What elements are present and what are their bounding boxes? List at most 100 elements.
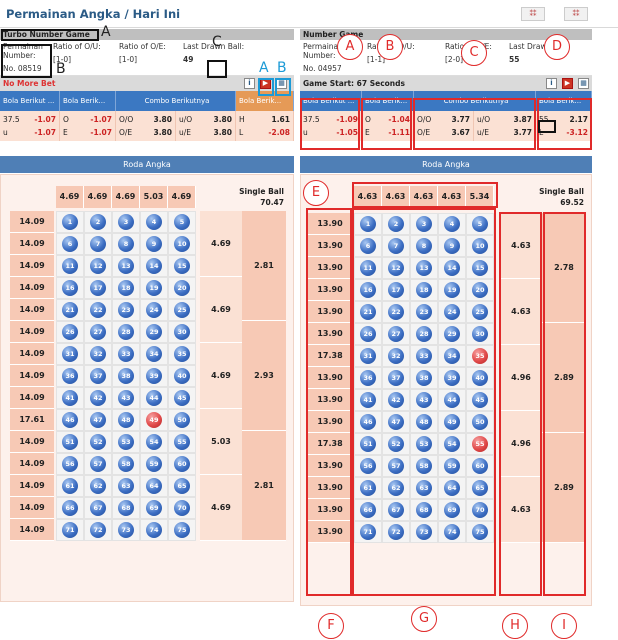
number-ball[interactable]: 26 xyxy=(62,324,78,340)
odds-value[interactable]: -2.08 xyxy=(268,128,290,137)
number-ball[interactable]: 69 xyxy=(146,500,162,516)
row-odds[interactable]: 17.61 xyxy=(10,409,54,431)
ball-cell[interactable]: 39 xyxy=(140,365,168,387)
ball-cell[interactable]: 51 xyxy=(56,431,84,453)
ball-cell[interactable]: 44 xyxy=(140,387,168,409)
ball-cell[interactable]: 30 xyxy=(168,321,196,343)
number-ball[interactable]: 54 xyxy=(146,434,162,450)
ball-cell[interactable]: 63 xyxy=(112,475,140,497)
number-ball[interactable]: 32 xyxy=(90,346,106,362)
number-ball[interactable]: 39 xyxy=(146,368,162,384)
number-ball[interactable]: 70 xyxy=(174,500,190,516)
ball-cell[interactable]: 60 xyxy=(168,453,196,475)
number-ball[interactable]: 1 xyxy=(62,214,78,230)
number-ball[interactable]: 41 xyxy=(62,390,78,406)
ball-cell[interactable]: 36 xyxy=(56,365,84,387)
number-ball[interactable]: 30 xyxy=(174,324,190,340)
ball-cell[interactable]: 28 xyxy=(112,321,140,343)
ball-cell[interactable]: 14 xyxy=(140,255,168,277)
number-ball[interactable]: 25 xyxy=(174,302,190,318)
number-ball[interactable]: 49 xyxy=(146,412,162,428)
number-ball[interactable]: 20 xyxy=(174,280,190,296)
number-ball[interactable]: 62 xyxy=(90,478,106,494)
row-odds[interactable]: 14.09 xyxy=(10,211,54,233)
number-ball[interactable]: 66 xyxy=(62,500,78,516)
number-ball[interactable]: 58 xyxy=(118,456,134,472)
ball-cell[interactable]: 37 xyxy=(84,365,112,387)
column-odds[interactable]: 5.03 xyxy=(140,186,168,208)
number-ball[interactable]: 18 xyxy=(118,280,134,296)
ball-cell[interactable]: 68 xyxy=(112,497,140,519)
ball-cell[interactable]: 13 xyxy=(112,255,140,277)
number-ball[interactable]: 71 xyxy=(62,522,78,538)
row-odds[interactable]: 14.09 xyxy=(10,255,54,277)
number-ball[interactable]: 50 xyxy=(174,412,190,428)
number-ball[interactable]: 14 xyxy=(146,258,162,274)
number-ball[interactable]: 5 xyxy=(174,214,190,230)
collapse-button[interactable]: ⁑⁑ xyxy=(564,7,588,21)
ball-cell[interactable]: 59 xyxy=(140,453,168,475)
ball-cell[interactable]: 53 xyxy=(112,431,140,453)
odds-value[interactable]: 3.80 xyxy=(213,115,232,124)
ball-cell[interactable]: 21 xyxy=(56,299,84,321)
number-ball[interactable]: 12 xyxy=(90,258,106,274)
column-odds[interactable]: 4.69 xyxy=(112,186,140,208)
info-icon[interactable]: i xyxy=(244,78,255,89)
number-ball[interactable]: 72 xyxy=(90,522,106,538)
ball-cell[interactable]: 10 xyxy=(168,233,196,255)
number-ball[interactable]: 28 xyxy=(118,324,134,340)
number-ball[interactable]: 29 xyxy=(146,324,162,340)
number-ball[interactable]: 43 xyxy=(118,390,134,406)
row-odds[interactable]: 14.09 xyxy=(10,277,54,299)
odds-value[interactable]: 3.80 xyxy=(153,128,172,137)
ball-cell[interactable]: 34 xyxy=(140,343,168,365)
ball-cell[interactable]: 26 xyxy=(56,321,84,343)
range-odds[interactable]: 2.81 xyxy=(242,431,286,541)
number-ball[interactable]: 33 xyxy=(118,346,134,362)
number-ball[interactable]: 51 xyxy=(62,434,78,450)
ball-cell[interactable]: 61 xyxy=(56,475,84,497)
ball-cell[interactable]: 5 xyxy=(168,211,196,233)
ball-cell[interactable]: 52 xyxy=(84,431,112,453)
ball-cell[interactable]: 22 xyxy=(84,299,112,321)
ball-cell[interactable]: 2 xyxy=(84,211,112,233)
group-odds[interactable]: 4.69 xyxy=(200,211,242,277)
ball-cell[interactable]: 47 xyxy=(84,409,112,431)
column-odds[interactable]: 4.69 xyxy=(84,186,112,208)
ball-cell[interactable]: 18 xyxy=(112,277,140,299)
ball-cell[interactable]: 38 xyxy=(112,365,140,387)
range-odds[interactable]: 2.81 xyxy=(242,211,286,321)
ball-cell[interactable]: 25 xyxy=(168,299,196,321)
number-ball[interactable]: 37 xyxy=(90,368,106,384)
ball-cell[interactable]: 4 xyxy=(140,211,168,233)
ball-cell[interactable]: 62 xyxy=(84,475,112,497)
row-odds[interactable]: 14.09 xyxy=(10,321,54,343)
number-ball[interactable]: 2 xyxy=(90,214,106,230)
row-odds[interactable]: 14.09 xyxy=(10,497,54,519)
row-odds[interactable]: 14.09 xyxy=(10,387,54,409)
number-ball[interactable]: 36 xyxy=(62,368,78,384)
number-ball[interactable]: 34 xyxy=(146,346,162,362)
ball-cell[interactable]: 9 xyxy=(140,233,168,255)
ball-cell[interactable]: 15 xyxy=(168,255,196,277)
range-odds[interactable]: 2.93 xyxy=(242,321,286,431)
ball-cell[interactable]: 35 xyxy=(168,343,196,365)
ball-cell[interactable]: 73 xyxy=(112,519,140,541)
row-odds[interactable]: 14.09 xyxy=(10,365,54,387)
number-ball[interactable]: 56 xyxy=(62,456,78,472)
odds-value[interactable]: 1.61 xyxy=(271,115,290,124)
number-ball[interactable]: 11 xyxy=(62,258,78,274)
number-ball[interactable]: 74 xyxy=(146,522,162,538)
ball-cell[interactable]: 64 xyxy=(140,475,168,497)
ball-cell[interactable]: 70 xyxy=(168,497,196,519)
play-icon[interactable]: ▶ xyxy=(562,78,573,89)
ball-cell[interactable]: 65 xyxy=(168,475,196,497)
number-ball[interactable]: 61 xyxy=(62,478,78,494)
number-ball[interactable]: 52 xyxy=(90,434,106,450)
number-ball[interactable]: 6 xyxy=(62,236,78,252)
group-odds[interactable]: 5.03 xyxy=(200,409,242,475)
number-ball[interactable]: 35 xyxy=(174,346,190,362)
number-ball[interactable]: 55 xyxy=(174,434,190,450)
ball-cell[interactable]: 54 xyxy=(140,431,168,453)
number-ball[interactable]: 44 xyxy=(146,390,162,406)
